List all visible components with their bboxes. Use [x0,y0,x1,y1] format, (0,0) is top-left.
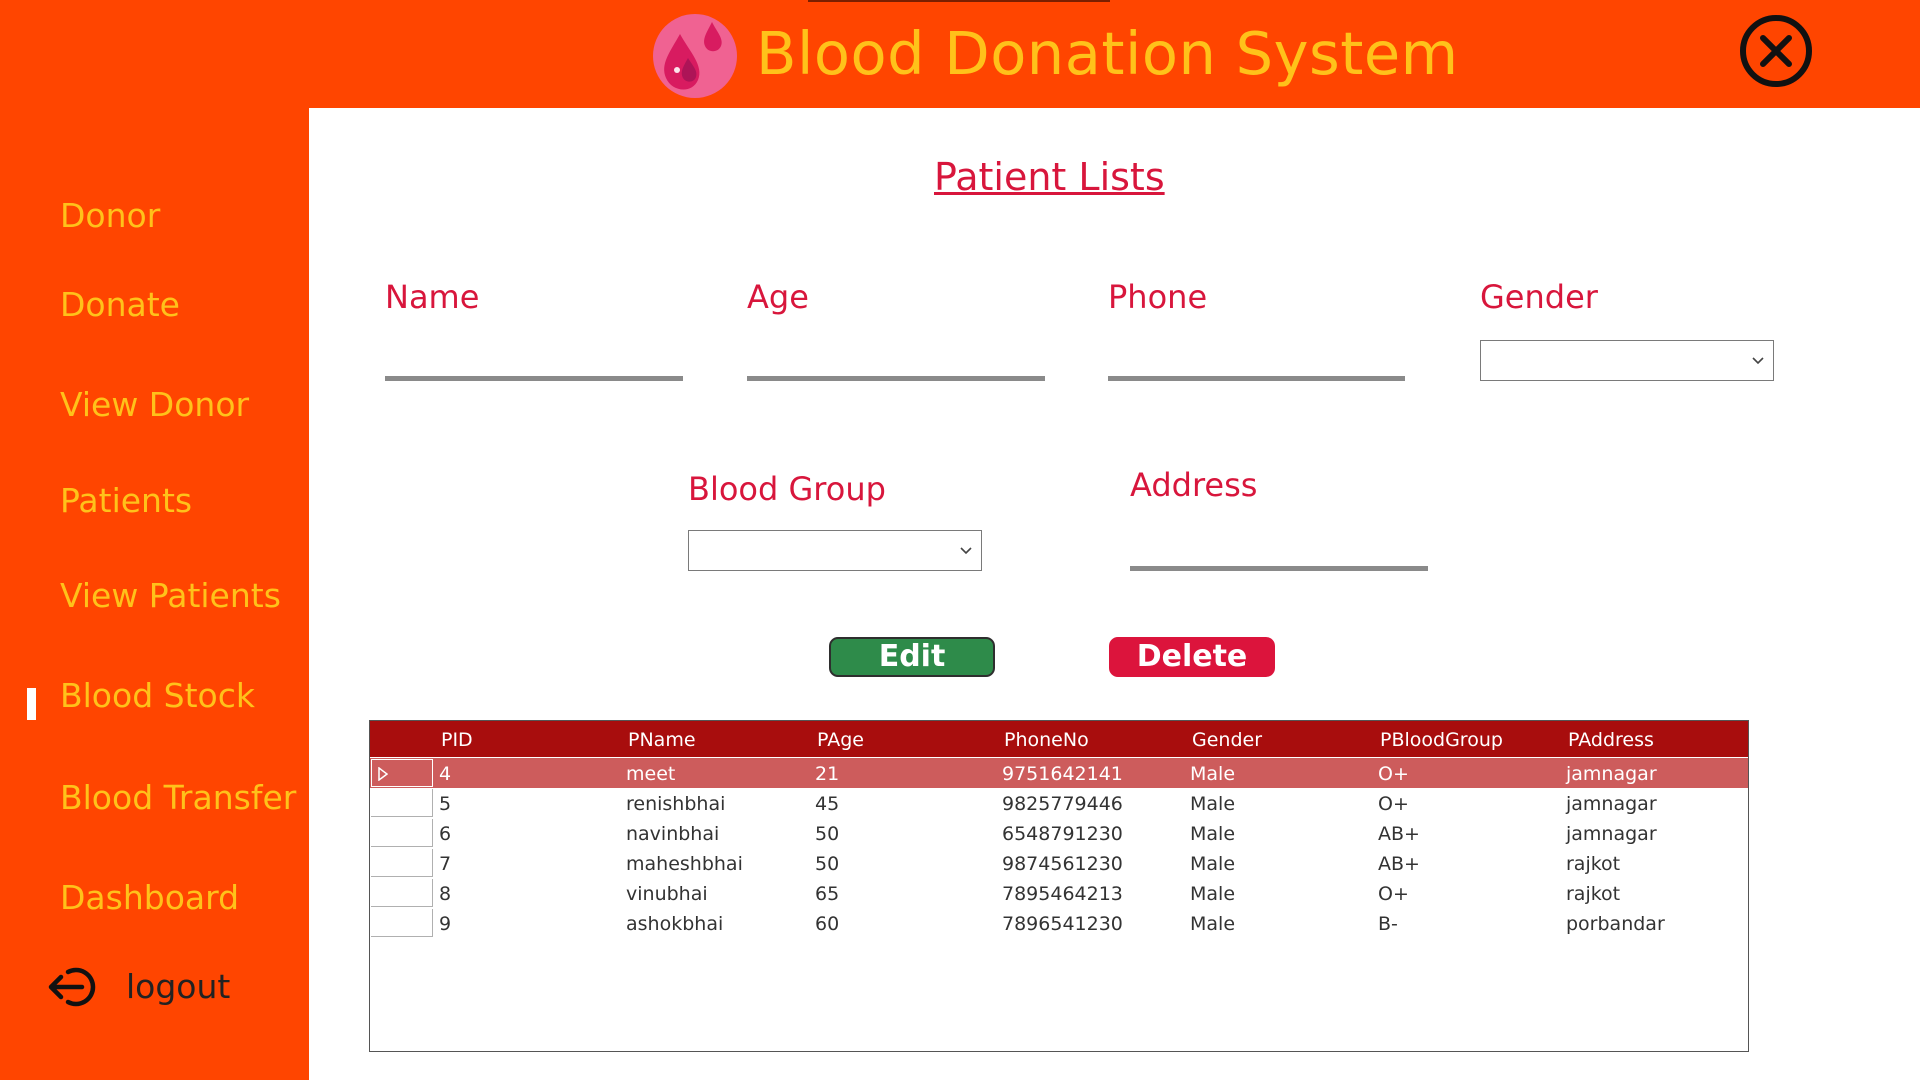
cell-paddress[interactable]: rajkot [1566,878,1620,908]
cell-pname[interactable]: meet [626,758,675,788]
active-nav-indicator [27,688,36,720]
address-field[interactable] [1130,525,1428,571]
title-bar-accent-line [808,0,1110,2]
cell-pname[interactable]: navinbhai [626,818,719,848]
blood-group-label: Blood Group [688,470,886,508]
table-row[interactable]: 5 renishbhai 45 9825779446 Male O+ jamna… [370,788,1748,818]
edit-button[interactable]: Edit [829,637,995,677]
cell-phoneno[interactable]: 9751642141 [1002,758,1123,788]
table-row[interactable]: 8 vinubhai 65 7895464213 Male O+ rajkot [370,878,1748,908]
cell-pid[interactable]: 4 [439,758,451,788]
logout-icon [48,967,96,1007]
column-header-gender[interactable]: Gender [1192,721,1262,757]
cell-page[interactable]: 50 [815,848,839,878]
current-row-arrow-icon [378,767,388,781]
delete-button[interactable]: Delete [1109,637,1275,677]
age-label: Age [747,278,809,316]
blood-drop-logo [653,14,737,98]
chevron-down-icon [1752,357,1764,365]
cell-paddress[interactable]: jamnagar [1566,788,1657,818]
patients-table[interactable]: PID PName PAge PhoneNo Gender PBloodGrou… [369,720,1749,1052]
cell-phoneno[interactable]: 7895464213 [1002,878,1123,908]
cell-pname[interactable]: maheshbhai [626,848,743,878]
table-row[interactable]: 9 ashokbhai 60 7896541230 Male B- porban… [370,908,1748,938]
cell-page[interactable]: 50 [815,818,839,848]
page-title: Patient Lists [934,155,1165,199]
cell-gender[interactable]: Male [1190,758,1235,788]
close-circle-icon[interactable] [1738,13,1814,89]
cell-page[interactable]: 21 [815,758,839,788]
cell-paddress[interactable]: jamnagar [1566,758,1657,788]
cell-phoneno[interactable]: 9825779446 [1002,788,1123,818]
cell-gender[interactable]: Male [1190,818,1235,848]
sidebar-item-view-donor[interactable]: View Donor [60,380,249,430]
name-field[interactable] [385,335,683,381]
cell-paddress[interactable]: jamnagar [1566,818,1657,848]
cell-gender[interactable]: Male [1190,848,1235,878]
title-bar: Blood Donation System [0,0,1920,108]
sidebar-item-dashboard[interactable]: Dashboard [60,873,239,923]
logout-label: logout [126,967,231,1006]
sidebar-item-blood-transfer[interactable]: Blood Transfer [60,773,296,823]
sidebar-item-patients[interactable]: Patients [60,476,192,526]
chevron-down-icon [960,547,972,555]
cell-pid[interactable]: 7 [439,848,451,878]
cell-pid[interactable]: 5 [439,788,451,818]
cell-pbloodgroup[interactable]: O+ [1378,758,1409,788]
name-label: Name [385,278,480,316]
cell-pname[interactable]: vinubhai [626,878,708,908]
column-header-pbloodgroup[interactable]: PBloodGroup [1380,721,1503,757]
table-header: PID PName PAge PhoneNo Gender PBloodGrou… [370,721,1748,757]
cell-phoneno[interactable]: 6548791230 [1002,818,1123,848]
app-title: Blood Donation System [756,19,1459,88]
cell-pbloodgroup[interactable]: O+ [1378,878,1409,908]
row-header[interactable] [371,759,433,787]
cell-pid[interactable]: 8 [439,878,451,908]
phone-field[interactable] [1108,335,1405,381]
cell-pbloodgroup[interactable]: AB+ [1378,848,1420,878]
cell-phoneno[interactable]: 7896541230 [1002,908,1123,938]
cell-pname[interactable]: renishbhai [626,788,725,818]
cell-paddress[interactable]: porbandar [1566,908,1665,938]
column-header-pid[interactable]: PID [441,721,473,757]
cell-pid[interactable]: 6 [439,818,451,848]
row-header[interactable] [371,909,433,937]
column-header-paddress[interactable]: PAddress [1568,721,1654,757]
cell-gender[interactable]: Male [1190,788,1235,818]
column-header-page[interactable]: PAge [817,721,864,757]
sidebar-item-donor[interactable]: Donor [60,191,160,241]
sidebar-item-donate[interactable]: Donate [60,280,180,330]
row-header[interactable] [371,789,433,817]
gender-select[interactable] [1480,340,1774,381]
sidebar-item-view-patients[interactable]: View Patients [60,571,281,621]
age-field[interactable] [747,335,1045,381]
table-row[interactable]: 7 maheshbhai 50 9874561230 Male AB+ rajk… [370,848,1748,878]
cell-pname[interactable]: ashokbhai [626,908,723,938]
cell-page[interactable]: 65 [815,878,839,908]
blood-group-select[interactable] [688,530,982,571]
cell-pbloodgroup[interactable]: O+ [1378,788,1409,818]
column-header-phoneno[interactable]: PhoneNo [1004,721,1089,757]
row-header[interactable] [371,849,433,877]
row-header[interactable] [371,819,433,847]
table-row[interactable]: 4 meet 21 9751642141 Male O+ jamnagar [370,758,1748,788]
logout-button[interactable]: logout [48,960,268,1014]
phone-label: Phone [1108,278,1208,316]
cell-page[interactable]: 60 [815,908,839,938]
cell-pid[interactable]: 9 [439,908,451,938]
cell-phoneno[interactable]: 9874561230 [1002,848,1123,878]
sidebar-item-blood-stock[interactable]: Blood Stock [60,671,255,721]
cell-gender[interactable]: Male [1190,908,1235,938]
cell-pbloodgroup[interactable]: AB+ [1378,818,1420,848]
address-label: Address [1130,466,1258,504]
column-header-pname[interactable]: PName [628,721,696,757]
cell-pbloodgroup[interactable]: B- [1378,908,1398,938]
cell-gender[interactable]: Male [1190,878,1235,908]
table-row[interactable]: 6 navinbhai 50 6548791230 Male AB+ jamna… [370,818,1748,848]
row-header[interactable] [371,879,433,907]
cell-page[interactable]: 45 [815,788,839,818]
gender-label: Gender [1480,278,1598,316]
cell-paddress[interactable]: rajkot [1566,848,1620,878]
sidebar: Donor Donate View Donor Patients View Pa… [0,108,309,1080]
